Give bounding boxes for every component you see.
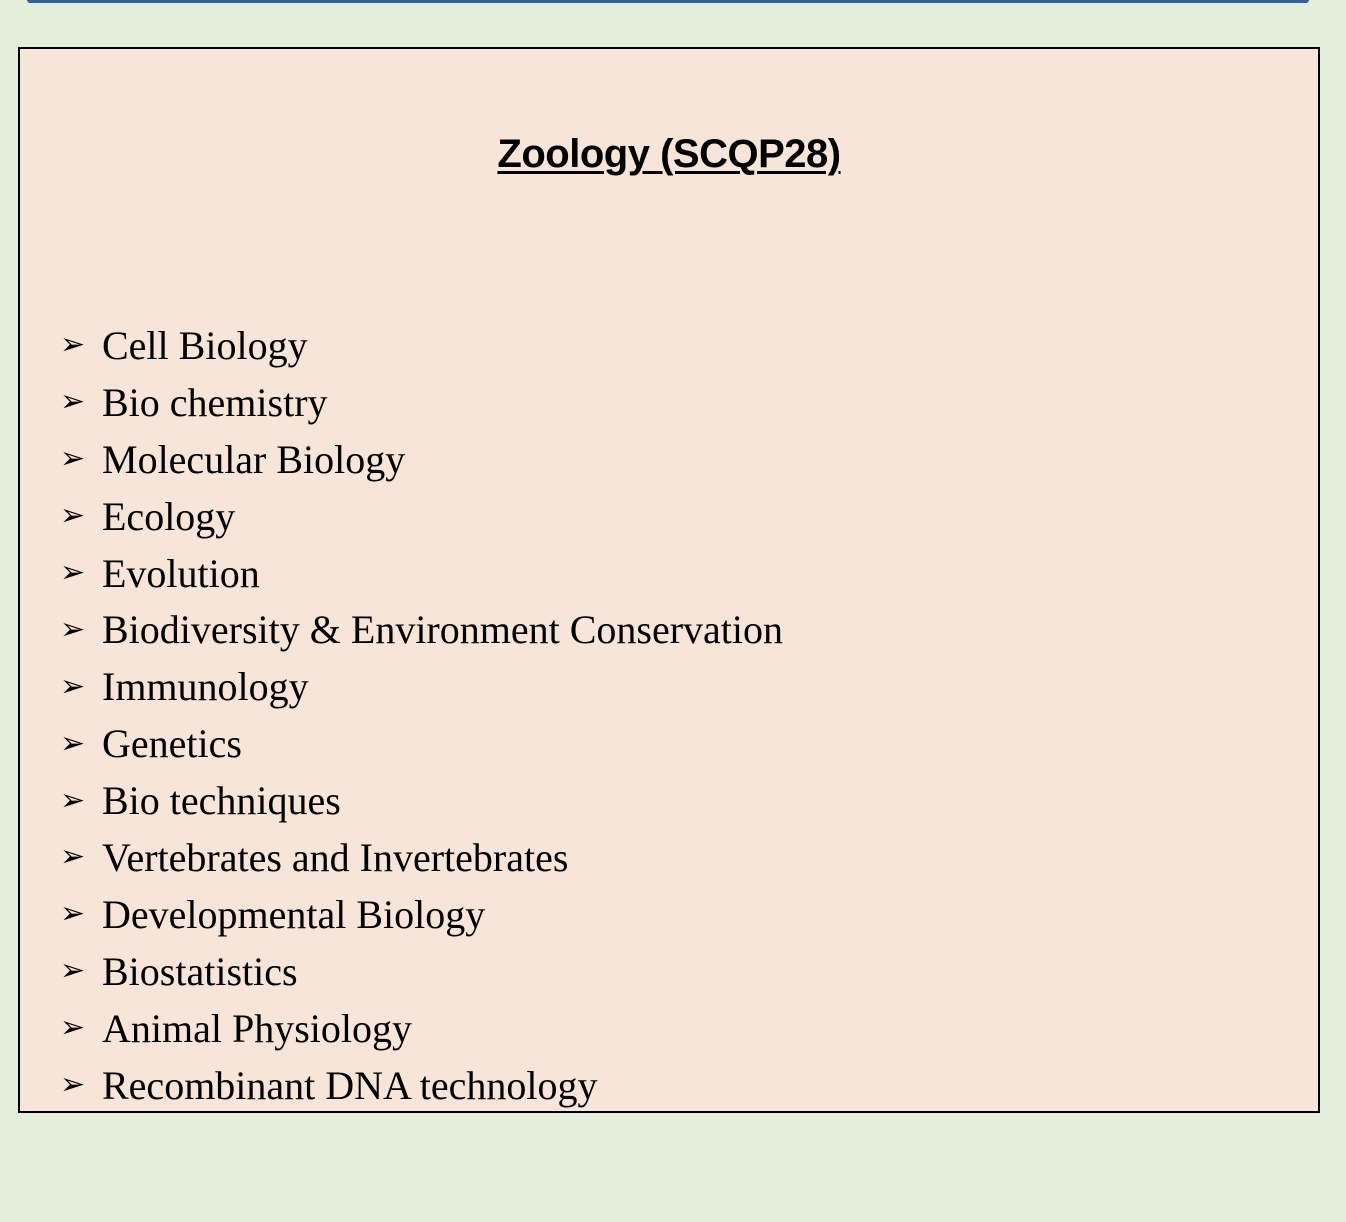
- topic-label: Immunology: [102, 664, 309, 710]
- arrow-bullet-icon: ➢: [60, 782, 86, 818]
- topic-label: Developmental Biology: [102, 891, 486, 937]
- list-item: ➢ Genetics: [60, 715, 783, 772]
- list-item: ➢ Bio chemistry: [60, 374, 783, 431]
- list-item: ➢ Bio techniques: [60, 772, 783, 829]
- top-bar-divider: [27, 0, 1309, 3]
- arrow-bullet-icon: ➢: [60, 611, 86, 647]
- arrow-bullet-icon: ➢: [60, 327, 86, 363]
- arrow-bullet-icon: ➢: [60, 441, 86, 477]
- page-title: Zoology (SCQP28): [497, 132, 841, 176]
- arrow-bullet-icon: ➢: [60, 555, 86, 590]
- arrow-bullet-icon: ➢: [60, 668, 86, 704]
- topic-label: Genetics: [102, 721, 242, 767]
- arrow-bullet-icon: ➢: [60, 896, 86, 932]
- list-item: ➢ Developmental Biology: [60, 886, 783, 943]
- list-item: ➢ Animal Physiology: [60, 1000, 783, 1057]
- topic-label: Ecology: [102, 493, 236, 539]
- arrow-bullet-icon: ➢: [60, 384, 86, 420]
- topic-label: Bio techniques: [102, 778, 341, 824]
- list-item: ➢ Immunology: [60, 658, 783, 715]
- arrow-bullet-icon: ➢: [60, 725, 86, 761]
- topic-label: Evolution: [102, 550, 260, 596]
- list-item: ➢ Recombinant DNA technology: [60, 1057, 783, 1114]
- list-item: ➢ Vertebrates and Invertebrates: [60, 829, 783, 886]
- topic-list: ➢ Cell Biology ➢ Bio chemistry ➢ Molecular …: [60, 317, 783, 1113]
- arrow-bullet-icon: ➢: [60, 953, 86, 989]
- topic-label: Cell Biology: [102, 322, 308, 368]
- list-item: ➢ Ecology: [60, 488, 783, 545]
- topic-label: Recombinant DNA technology: [102, 1062, 598, 1108]
- arrow-bullet-icon: ➢: [60, 498, 86, 534]
- topic-label: Bio chemistry: [102, 379, 328, 425]
- topic-label: Biodiversity & Environment Conservation: [102, 607, 784, 653]
- syllabus-box: Zoology (SCQP28) ➢ Cell Biology ➢ Bio chem…: [18, 47, 1320, 1113]
- topic-label: Animal Physiology: [102, 1005, 413, 1051]
- topic-label: Molecular Biology: [102, 436, 406, 482]
- topic-label: Biostatistics: [102, 948, 298, 994]
- arrow-bullet-icon: ➢: [60, 1010, 86, 1046]
- list-item: ➢ Evolution: [60, 545, 783, 602]
- list-item: ➢ Biodiversity & Environment Conservation: [60, 601, 783, 658]
- arrow-bullet-icon: ➢: [60, 839, 86, 875]
- list-item: ➢ Molecular Biology: [60, 431, 783, 488]
- arrow-bullet-icon: ➢: [60, 1067, 86, 1103]
- list-item: ➢ Cell Biology: [60, 317, 783, 374]
- list-item: ➢ Biostatistics: [60, 943, 783, 1000]
- topic-label: Vertebrates and Invertebrates: [102, 834, 569, 880]
